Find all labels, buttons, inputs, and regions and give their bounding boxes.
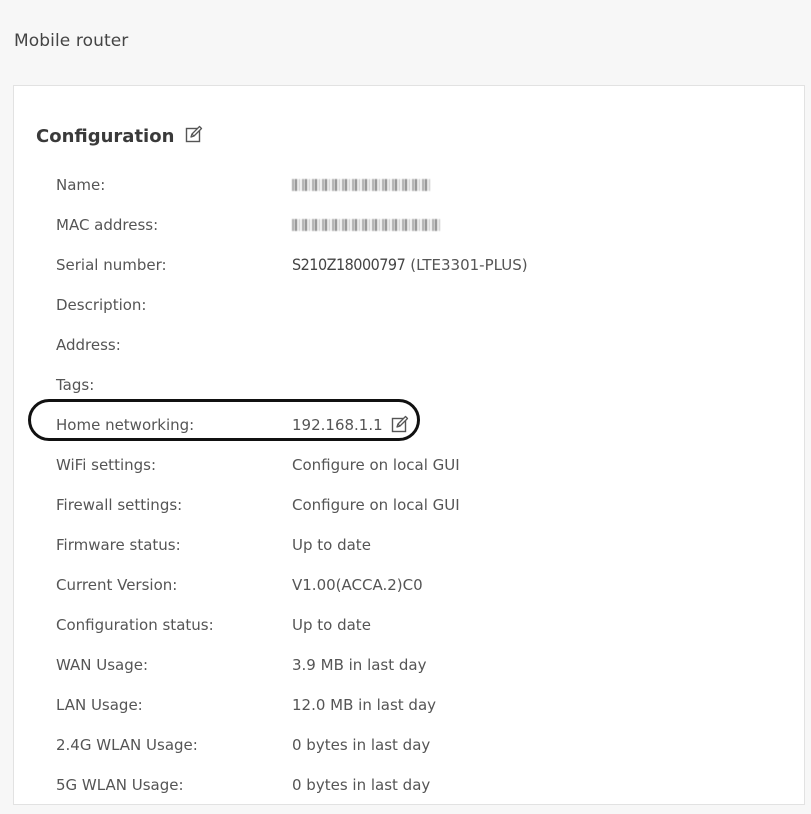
row-firewall-settings: Firewall settings: Configure on local GU… [56,494,776,534]
row-current-version: Current Version: V1.00(ACCA.2)C0 [56,574,776,614]
serial-number-label: Serial number: [56,256,167,274]
row-tags: Tags: [56,374,776,414]
redacted-name [292,179,432,191]
wifi-settings-label: WiFi settings: [56,456,157,474]
row-firmware-status: Firmware status: Up to date [56,534,776,574]
row-2g-wlan-usage: 2.4G WLAN Usage: 0 bytes in last day [56,734,776,774]
name-label: Name: [56,176,106,194]
row-lan-usage: LAN Usage: 12.0 MB in last day [56,694,776,734]
configuration-status-label: Configuration status: [56,616,214,634]
firmware-status-value: Up to date [292,536,371,554]
page-title: Mobile router [14,31,129,51]
serial-number-code: S210Z18000797 [292,255,406,274]
row-serial-number: Serial number: S210Z18000797 (LTE3301-PL… [56,254,776,294]
serial-number-model: (LTE3301-PLUS) [410,256,528,274]
home-networking-value: 192.168.1.1 [292,414,409,436]
row-name: Name: [56,174,776,214]
description-label: Description: [56,296,147,314]
2g-wlan-usage-label: 2.4G WLAN Usage: [56,736,198,754]
home-networking-label: Home networking: [56,416,195,434]
serial-number-value: S210Z18000797 (LTE3301-PLUS) [292,254,528,276]
configuration-card: Configuration Name: MAC address: Serial … [13,85,805,805]
redacted-mac-address [292,219,440,231]
firewall-settings-value: Configure on local GUI [292,496,460,514]
mac-address-value [292,214,440,231]
2g-wlan-usage-value: 0 bytes in last day [292,736,431,754]
configuration-status-value: Up to date [292,616,371,634]
home-networking-edit-icon[interactable] [391,415,409,433]
wifi-settings-value: Configure on local GUI [292,456,460,474]
configuration-details: Name: MAC address: Serial number: S210Z1… [56,174,776,814]
row-mac-address: MAC address: [56,214,776,254]
5g-wlan-usage-label: 5G WLAN Usage: [56,776,184,794]
row-wifi-settings: WiFi settings: Configure on local GUI [56,454,776,494]
row-5g-wlan-usage: 5G WLAN Usage: 0 bytes in last day [56,774,776,814]
current-version-label: Current Version: [56,576,178,594]
pencil-edit-icon[interactable] [185,125,203,143]
row-home-networking: Home networking: 192.168.1.1 [56,414,776,454]
row-wan-usage: WAN Usage: 3.9 MB in last day [56,654,776,694]
address-label: Address: [56,336,121,354]
home-networking-ip: 192.168.1.1 [292,416,383,434]
firewall-settings-label: Firewall settings: [56,496,183,514]
wan-usage-label: WAN Usage: [56,656,149,674]
lan-usage-value: 12.0 MB in last day [292,696,437,714]
tags-label: Tags: [56,376,95,394]
configuration-header: Configuration [36,125,203,147]
configuration-title: Configuration [36,126,175,147]
row-configuration-status: Configuration status: Up to date [56,614,776,654]
current-version-value: V1.00(ACCA.2)C0 [292,576,423,594]
5g-wlan-usage-value: 0 bytes in last day [292,776,431,794]
mac-address-label: MAC address: [56,216,159,234]
lan-usage-label: LAN Usage: [56,696,143,714]
name-value [292,174,432,191]
firmware-status-label: Firmware status: [56,536,181,554]
row-description: Description: [56,294,776,334]
wan-usage-value: 3.9 MB in last day [292,656,427,674]
row-address: Address: [56,334,776,374]
